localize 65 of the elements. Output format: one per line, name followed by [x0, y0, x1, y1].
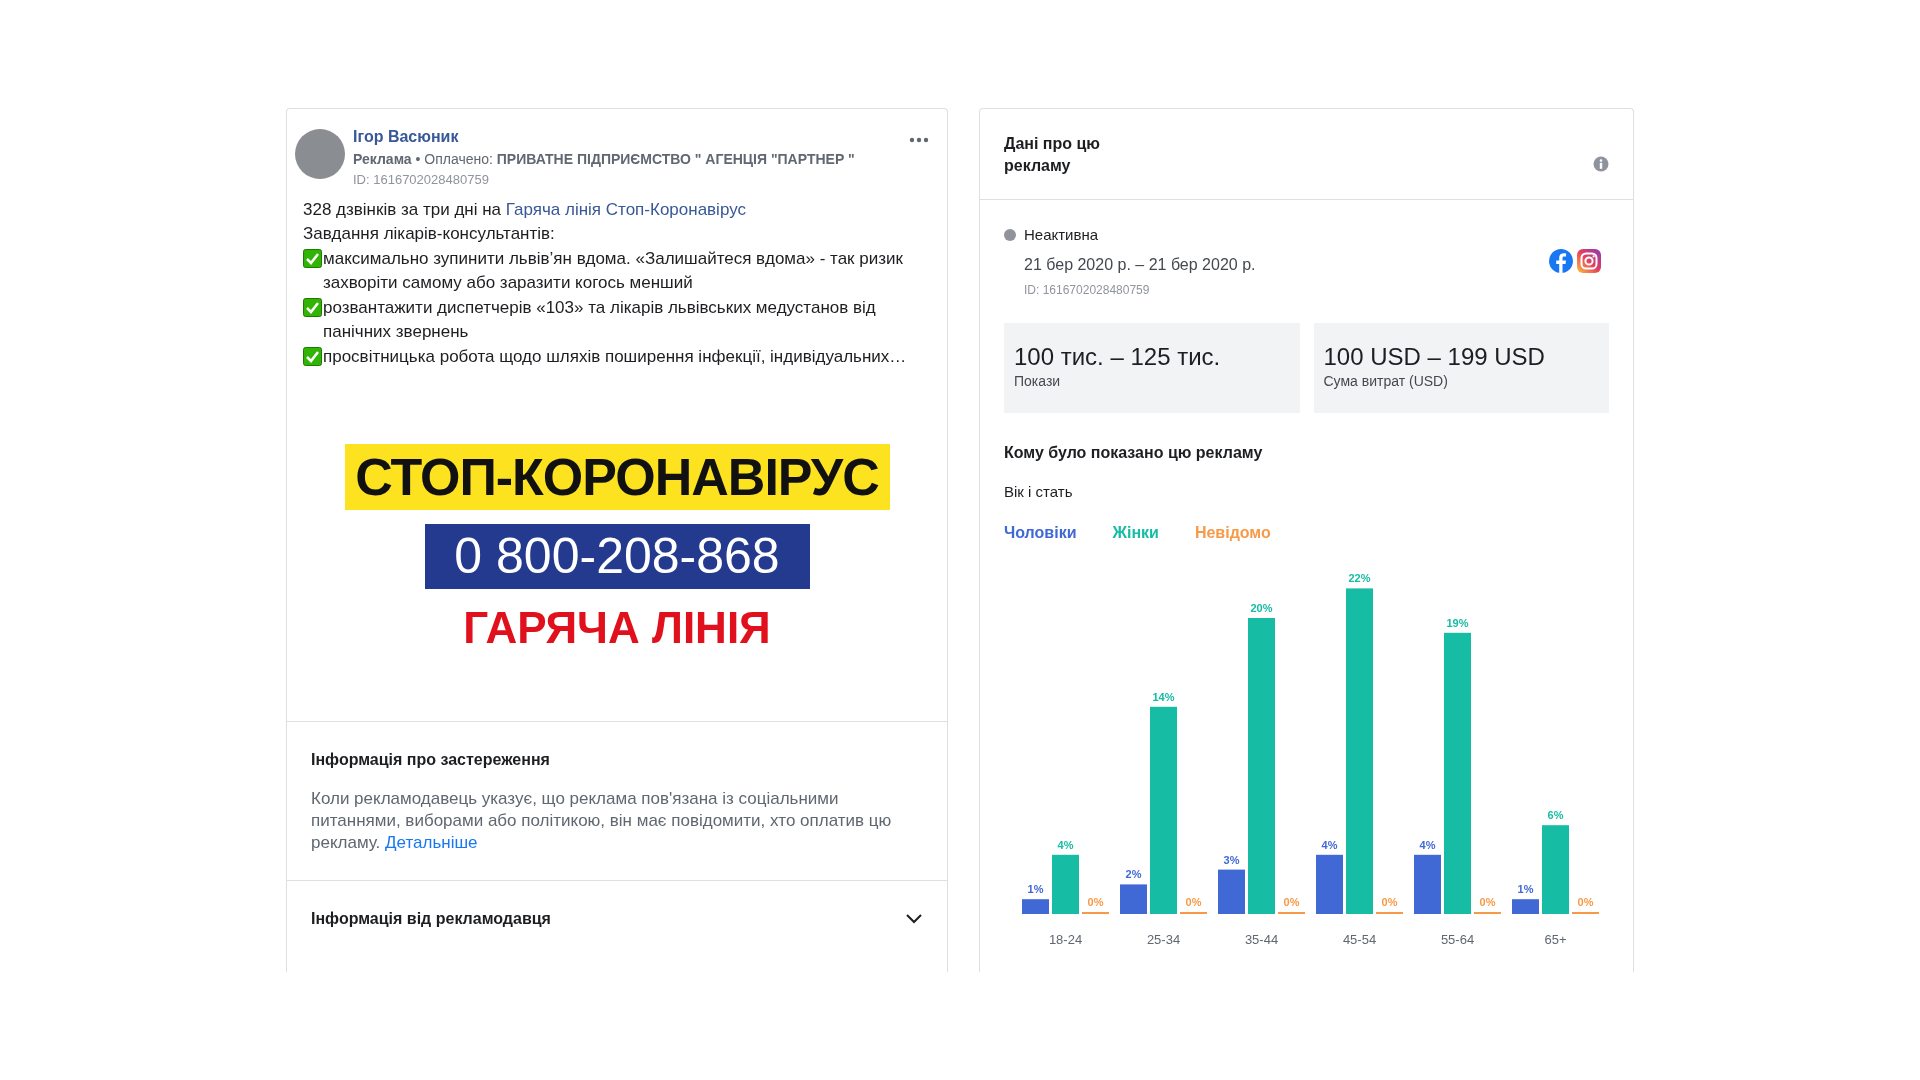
data-label: 19%: [1446, 616, 1469, 629]
facebook-logo-icon: [1549, 249, 1573, 274]
axis-label: 35-44: [1244, 932, 1279, 947]
legend-label[interactable]: Чоловіки: [1004, 521, 1077, 545]
ad-id: ID: 1616702028480759: [1024, 281, 1151, 299]
data-label: 0%: [1087, 896, 1104, 908]
check-mark-icon: [303, 346, 322, 366]
stat-label: Покази: [1014, 371, 1062, 391]
check-mark-icon: [303, 248, 322, 268]
byline: Реклама • Оплачено: ПРИВАТНЕ ПІДПРИЄМСТВО " АГЕНЦІЯ "ПАРТНЕР ": [353, 150, 856, 169]
data-label: 0%: [1577, 896, 1594, 908]
ad-id: ID: 1616702028480759: [353, 171, 490, 189]
instagram-logo-icon: [1577, 249, 1601, 274]
data-label: 0%: [1479, 896, 1496, 908]
info-icon[interactable]: [1593, 156, 1609, 172]
data-label: 2%: [1125, 868, 1142, 881]
axis-label: 55-64: [1440, 932, 1475, 947]
axis-label: 45-54: [1342, 932, 1377, 947]
data-label: 4%: [1321, 838, 1338, 851]
section-title: Інформація від рекламодавця: [311, 909, 551, 929]
data-label: 3%: [1223, 853, 1240, 866]
post-text: просвітницька робота щодо шляхів поширення інфекції, індивідуальних…: [323, 345, 907, 368]
banner-title: СТОП-КОРОНАВІРУС: [344, 443, 890, 510]
bar: [1218, 869, 1245, 914]
section-title: Інформація про застереження: [311, 750, 551, 770]
bar: [1316, 854, 1343, 914]
bar: [1414, 854, 1441, 914]
data-label: 4%: [1057, 838, 1074, 851]
section-title: Кому було показано цю рекламу: [1004, 442, 1264, 463]
hotline-link[interactable]: Гаряча лінія Стоп-Коронавірус: [505, 199, 746, 219]
bar: [1022, 899, 1049, 914]
axis-label: 18-24: [1048, 932, 1083, 947]
data-label: 6%: [1547, 809, 1564, 822]
data-label: 0%: [1185, 896, 1202, 908]
data-label: 1%: [1027, 883, 1044, 896]
stat-value: 100 USD – 199 USD: [1323, 342, 1546, 371]
stat-label: Сума витрат (USD): [1323, 371, 1449, 391]
stat-value: 100 тис. – 125 тис.: [1014, 342, 1222, 371]
post-text: 328 дзвінків за три дні на Гаряча лінія Стоп-Коронавірус: [303, 198, 747, 221]
data-label: 0%: [1381, 896, 1398, 908]
bar: [1052, 854, 1079, 914]
status-label: Неактивна: [1024, 225, 1099, 245]
post-text: Завдання лікарів-консультантів:: [303, 223, 556, 245]
data-label: 4%: [1419, 838, 1436, 851]
data-label: 0%: [1283, 896, 1300, 908]
bar: [1120, 884, 1147, 914]
details-link[interactable]: Детальніше: [385, 833, 478, 852]
data-label: 14%: [1152, 690, 1175, 703]
banner-subtitle: ГАРЯЧА ЛІНІЯ: [463, 602, 771, 653]
author-name[interactable]: Ігор Васюник: [353, 125, 901, 149]
avatar: [295, 129, 345, 179]
date-range: 21 бер 2020 р. – 21 бер 2020 р.: [1024, 254, 1256, 275]
panel-title: Дані про цю рекламу: [1004, 134, 1101, 176]
disclaimer-text: Коли рекламодавець указує, що реклама пов'язана із соціальними питаннями, виборами або політикою, він має повідомити, хто оплатив цю рекламу. Детальніше: [311, 788, 893, 854]
data-label: 20%: [1250, 602, 1273, 614]
axis-label: 25-34: [1146, 932, 1181, 947]
banner-phone: 0 800-208-868: [424, 523, 810, 589]
data-label: 22%: [1348, 572, 1371, 585]
chart-subtitle: Вік і стать: [1004, 481, 1074, 502]
data-label: 1%: [1517, 883, 1534, 896]
bar: [1512, 899, 1539, 914]
advertiser-info-toggle[interactable]: Інформація від рекламодавця: [287, 880, 947, 971]
more-options-icon[interactable]: [909, 137, 929, 143]
check-mark-icon: [303, 297, 322, 317]
axis-label: 65+: [1544, 932, 1567, 947]
